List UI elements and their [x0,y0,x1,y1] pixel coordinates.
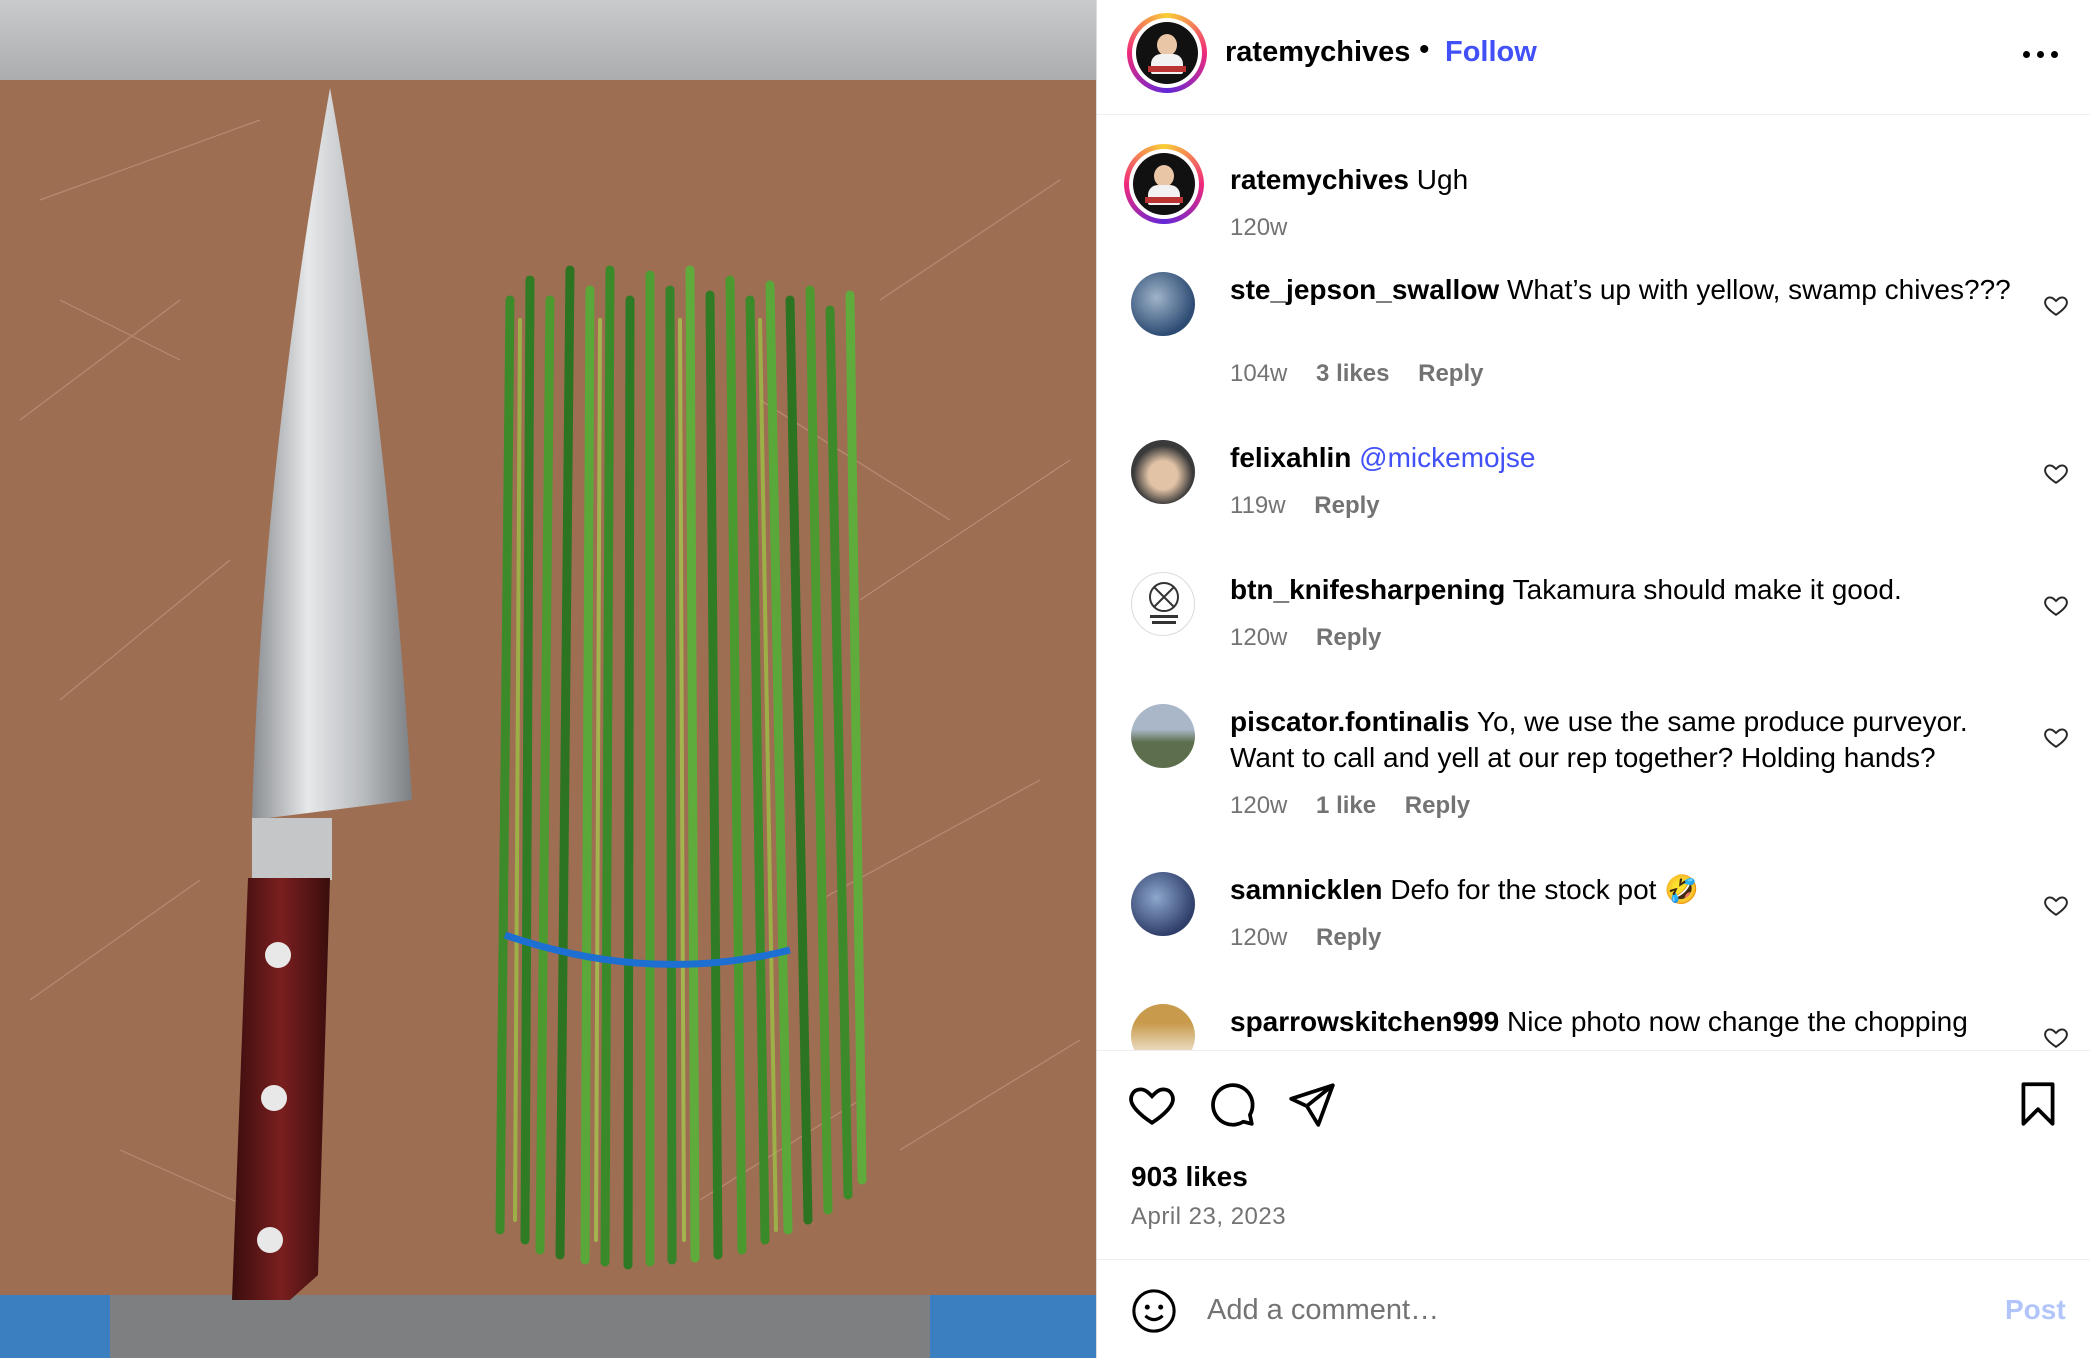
author-avatar[interactable] [1127,13,1207,93]
comment-heart-icon[interactable] [2043,460,2069,486]
comment-text: btn_knifesharpening Takamura should make… [1230,572,2020,608]
bookmark-icon[interactable] [2013,1079,2063,1129]
comment-meta: 120w Reply [1230,624,1403,652]
post-comment-button[interactable]: Post [2005,1294,2066,1326]
comment-likes[interactable]: 3 likes [1316,360,1389,387]
post-actions-bar: 903 likes April 23, 2023 [1097,1050,2090,1260]
comment-meta: 104w 3 likes Reply [1230,360,1505,388]
post-date[interactable]: April 23, 2023 [1131,1203,1286,1231]
comment-username[interactable]: samnicklen [1230,874,1383,905]
commenter-avatar[interactable] [1131,272,1195,336]
heart-icon[interactable] [1127,1079,1177,1129]
comment-text: felixahlin @mickemojse [1230,440,2020,476]
comment-username[interactable]: piscator.fontinalis [1230,706,1470,737]
commenter-avatar[interactable] [1131,704,1195,768]
send-icon[interactable] [1287,1079,1337,1129]
comments-list[interactable]: ratemychives Ugh 120w ste_jepson_swallow… [1097,116,2090,1050]
emoji-icon[interactable] [1131,1288,1177,1334]
comment-mention-link[interactable]: @mickemojse [1359,442,1535,473]
comment-time[interactable]: 120w [1230,624,1287,651]
comment-heart-icon[interactable] [2043,1024,2069,1050]
comment-heart-icon[interactable] [2043,292,2069,318]
comment-time[interactable]: 104w [1230,360,1287,387]
comment-body: Defo for the stock pot 🤣 [1390,874,1700,905]
commenter-avatar[interactable] [1131,1004,1195,1050]
comment-icon[interactable] [1207,1079,1257,1129]
comment-meta: 120w Reply [1230,924,1403,952]
more-horizontal-icon[interactable] [2017,34,2067,74]
comment-heart-icon[interactable] [2043,724,2069,750]
reply-button[interactable]: Reply [1316,924,1381,951]
post-side-panel: ratemychives • Follow ratemychives Ugh 1… [1096,0,2090,1358]
comment-text: piscator.fontinalis Yo, we use the same … [1230,704,2020,776]
comment-time[interactable]: 119w [1230,492,1286,519]
comment-heart-icon[interactable] [2043,892,2069,918]
caption-body: Ugh [1416,164,1469,195]
add-comment-bar: Post [1097,1260,2090,1358]
comment-meta: 120w 1 like Reply [1230,792,1492,820]
comment-body: What’s up with yellow, swamp chives??? [1507,274,2011,305]
comment-likes[interactable]: 1 like [1316,792,1376,819]
reply-button[interactable]: Reply [1418,360,1483,387]
comment-time[interactable]: 120w [1230,924,1287,951]
caption-text: ratemychives Ugh [1230,162,2020,198]
comment-time[interactable]: 120w [1230,792,1287,819]
caption-meta: 120w [1230,214,1309,242]
like-count[interactable]: 903 likes [1131,1161,1248,1193]
follow-button[interactable]: Follow [1445,36,1537,69]
author-username[interactable]: ratemychives [1225,36,1410,69]
comment-username[interactable]: felixahlin [1230,442,1351,473]
post-header: ratemychives • Follow [1097,0,2090,115]
chives-and-knife-image [0,0,1096,1358]
commenter-avatar[interactable] [1131,440,1195,504]
comment-body: Nice photo now change the chopping [1507,1006,1968,1037]
comment-heart-icon[interactable] [2043,592,2069,618]
comment-username[interactable]: btn_knifesharpening [1230,574,1505,605]
caption-time[interactable]: 120w [1230,214,1287,241]
commenter-avatar[interactable] [1131,572,1195,636]
comment-meta: 119w Reply [1230,492,1402,520]
add-comment-input[interactable] [1207,1288,1967,1332]
post-photo[interactable] [0,0,1096,1358]
comment-username[interactable]: ste_jepson_swallow [1230,274,1499,305]
commenter-avatar[interactable] [1131,872,1195,936]
reply-button[interactable]: Reply [1405,792,1470,819]
caption-username[interactable]: ratemychives [1230,164,1409,195]
comment-text: samnicklen Defo for the stock pot 🤣 [1230,872,2020,908]
reply-button[interactable]: Reply [1314,492,1379,519]
instagram-post-page: ratemychives • Follow ratemychives Ugh 1… [0,0,2090,1358]
header-separator: • [1419,33,1430,66]
reply-button[interactable]: Reply [1316,624,1381,651]
comment-text: sparrowskitchen999 Nice photo now change… [1230,1004,2020,1040]
caption-author-avatar[interactable] [1124,144,1204,224]
btn-logo-icon [1149,582,1179,624]
comment-body: Takamura should make it good. [1512,574,1902,605]
comment-username[interactable]: sparrowskitchen999 [1230,1006,1499,1037]
comment-text: ste_jepson_swallow What’s up with yellow… [1230,272,2020,308]
